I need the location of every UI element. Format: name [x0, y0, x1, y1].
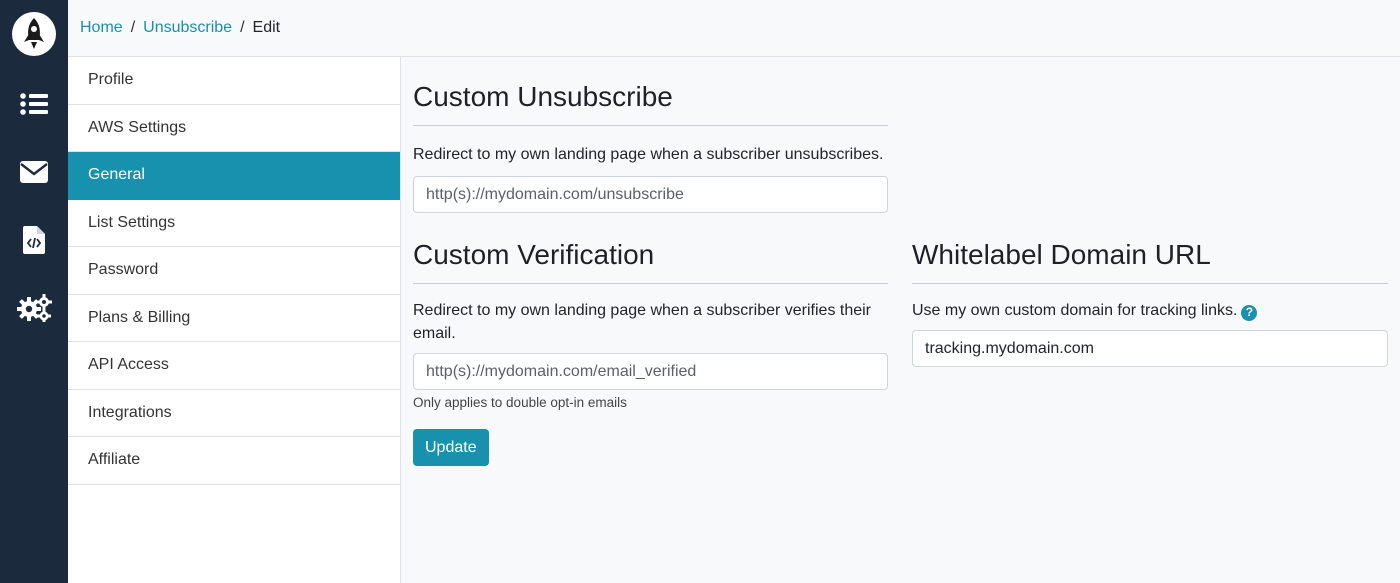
- breadcrumb-unsubscribe-link[interactable]: Unsubscribe: [143, 19, 232, 37]
- whitelabel-domain-description-row: Use my own custom domain for tracking li…: [912, 299, 1388, 322]
- gears-icon[interactable]: [14, 288, 54, 328]
- sidebar-item-aws-settings[interactable]: AWS Settings: [68, 105, 400, 152]
- custom-unsubscribe-title: Custom Unsubscribe: [413, 81, 888, 126]
- envelope-icon[interactable]: [14, 152, 54, 192]
- custom-unsubscribe-description: Redirect to my own landing page when a s…: [413, 146, 884, 163]
- update-button[interactable]: Update: [413, 429, 489, 466]
- sidebar-item-integrations[interactable]: Integrations: [68, 390, 400, 437]
- breadcrumb: Home / Unsubscribe / Edit: [68, 0, 1400, 57]
- verification-url-input[interactable]: [413, 353, 888, 390]
- sidebar-item-list-settings[interactable]: List Settings: [68, 200, 400, 247]
- rocket-logo-icon[interactable]: [12, 12, 56, 56]
- code-file-icon[interactable]: [14, 220, 54, 260]
- sidebar-item-profile[interactable]: Profile: [68, 57, 400, 105]
- sidebar-item-plans-billing[interactable]: Plans & Billing: [68, 295, 400, 342]
- whitelabel-domain-input[interactable]: [912, 330, 1388, 367]
- icon-rail: [0, 0, 68, 583]
- custom-verification-title: Custom Verification: [413, 239, 888, 284]
- whitelabel-domain-title: Whitelabel Domain URL: [912, 239, 1388, 284]
- whitelabel-domain-section: Whitelabel Domain URL Use my own custom …: [912, 239, 1388, 367]
- main-content: Custom Unsubscribe Redirect to my own la…: [401, 57, 1400, 583]
- help-icon[interactable]: ?: [1241, 304, 1258, 321]
- breadcrumb-separator: /: [130, 19, 136, 36]
- breadcrumb-home-link[interactable]: Home: [80, 19, 123, 37]
- breadcrumb-current: Edit: [252, 19, 281, 36]
- list-icon[interactable]: [14, 84, 54, 124]
- settings-sidebar: Profile AWS Settings General List Settin…: [68, 57, 401, 583]
- sidebar-item-affiliate[interactable]: Affiliate: [68, 437, 400, 485]
- custom-verification-section: Custom Verification Redirect to my own l…: [413, 239, 888, 466]
- unsubscribe-url-input[interactable]: [413, 176, 888, 213]
- whitelabel-domain-description: Use my own custom domain for tracking li…: [912, 302, 1238, 319]
- double-opt-in-hint: Only applies to double opt-in emails: [413, 395, 627, 410]
- custom-verification-description: Redirect to my own landing page when a s…: [413, 302, 872, 342]
- sidebar-item-api-access[interactable]: API Access: [68, 342, 400, 390]
- sidebar-item-password[interactable]: Password: [68, 247, 400, 295]
- sidebar-item-general[interactable]: General: [68, 152, 400, 200]
- custom-unsubscribe-section: Custom Unsubscribe Redirect to my own la…: [413, 81, 888, 213]
- breadcrumb-separator: /: [240, 19, 245, 36]
